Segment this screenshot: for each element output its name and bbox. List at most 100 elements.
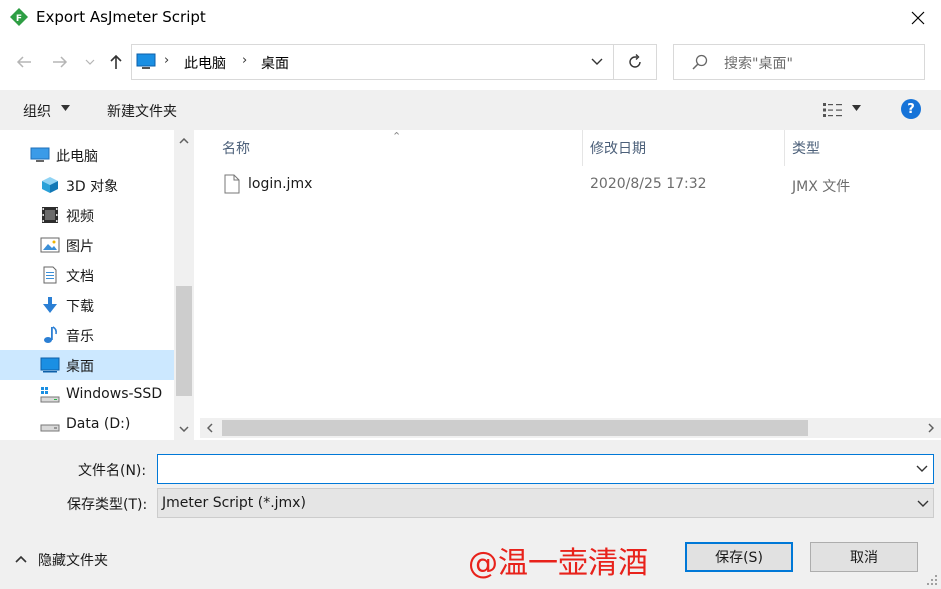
address-dropdown-button[interactable] [582, 45, 612, 79]
scroll-down-button[interactable] [174, 418, 194, 440]
pc-icon [30, 147, 50, 162]
tree-item-label: 视频 [66, 209, 94, 225]
up-button[interactable] [104, 50, 128, 74]
file-icon [224, 174, 240, 194]
tree-item-data-d[interactable]: Data (D:) [0, 410, 174, 440]
tree-item-label: Data (D:) [66, 416, 131, 432]
column-divider[interactable] [582, 130, 583, 166]
recent-locations-button[interactable] [80, 50, 100, 74]
tree-item-documents[interactable]: 文档 [0, 260, 174, 290]
breadcrumb-separator-icon: › [164, 53, 170, 68]
tree-item-videos[interactable]: 视频 [0, 200, 174, 230]
chevron-left-icon [207, 423, 213, 433]
arrow-up-icon [110, 54, 122, 69]
sort-ascending-icon: ⌃ [392, 130, 402, 143]
breadcrumb-separator-icon: › [242, 53, 248, 68]
chevron-right-icon [928, 423, 934, 433]
file-list: ⌃ 名称 修改日期 类型 login.jmx 2020/8/25 17:32 J… [194, 130, 941, 440]
chevron-down-icon [917, 500, 929, 507]
filetype-select[interactable]: Jmeter Script (*.jmx) [157, 488, 934, 518]
arrow-left-icon [16, 56, 31, 68]
scroll-left-button[interactable] [200, 418, 220, 438]
back-button[interactable] [12, 50, 36, 74]
resize-grip-icon[interactable] [926, 574, 938, 586]
document-icon [43, 266, 57, 284]
address-bar[interactable]: › 此电脑 › 桌面 [131, 44, 614, 80]
tree-item-label: 3D 对象 [66, 179, 119, 195]
chevron-down-icon [85, 59, 95, 65]
list-horizontal-scrollbar[interactable] [200, 418, 941, 438]
search-placeholder: 搜索"桌面" [724, 56, 793, 72]
search-box[interactable]: 搜索"桌面" [673, 44, 925, 80]
close-button[interactable] [898, 4, 938, 32]
svg-text:F: F [16, 14, 22, 24]
pc-icon [136, 53, 156, 69]
tree-item-label: 此电脑 [56, 149, 98, 165]
tree-item-downloads[interactable]: 下载 [0, 290, 174, 320]
search-icon [692, 54, 708, 70]
forward-button[interactable] [48, 50, 72, 74]
picture-icon [40, 237, 60, 253]
tree-item-label: 图片 [66, 239, 94, 255]
filename-input[interactable] [157, 454, 934, 484]
chevron-down-icon [179, 426, 189, 432]
file-row[interactable]: login.jmx 2020/8/25 17:32 JMX 文件 [216, 170, 916, 200]
drive-icon [40, 387, 60, 403]
chevron-down-icon [591, 58, 603, 65]
breadcrumb-this-pc[interactable]: 此电脑 [184, 53, 226, 73]
title-bar: F Export AsJmeter Script [0, 0, 941, 36]
file-name: login.jmx [248, 176, 313, 192]
column-header-name[interactable]: 名称 [222, 138, 250, 158]
chevron-up-icon [179, 138, 189, 144]
tree-item-windows-ssd[interactable]: Windows-SSD [0, 380, 174, 410]
scroll-thumb[interactable] [176, 286, 192, 396]
navigation-pane: 此电脑 3D 对象 视频 图片 文档 下载 音乐 桌面 Windows-SSD … [0, 130, 194, 440]
hide-folders-button[interactable]: 隐藏文件夹 [38, 550, 108, 570]
arrow-right-icon [53, 56, 68, 68]
window-title: Export AsJmeter Script [36, 8, 206, 26]
caret-down-icon[interactable] [852, 105, 861, 111]
video-icon [42, 207, 58, 223]
breadcrumb-desktop[interactable]: 桌面 [261, 53, 289, 73]
scroll-thumb[interactable] [222, 420, 808, 436]
tree-item-label: 下载 [66, 299, 94, 315]
desktop-icon [40, 357, 60, 373]
file-type: JMX 文件 [792, 179, 851, 195]
filetype-dropdown-arrow [913, 494, 933, 514]
watermark-text: @温一壶清酒 [468, 546, 648, 581]
chevron-up-icon[interactable] [14, 550, 28, 568]
cube-icon [42, 177, 58, 193]
column-header-type[interactable]: 类型 [792, 138, 820, 158]
organize-menu-button[interactable]: 组织 [23, 101, 51, 121]
column-divider[interactable] [784, 130, 785, 166]
help-icon[interactable]: ? [901, 99, 921, 119]
tree-item-pictures[interactable]: 图片 [0, 230, 174, 260]
filename-label: 文件名(N): [78, 463, 147, 479]
save-button[interactable]: 保存(S) [685, 542, 793, 572]
scroll-up-button[interactable] [174, 130, 194, 152]
scroll-right-button[interactable] [921, 418, 941, 438]
tree-item-music[interactable]: 音乐 [0, 320, 174, 350]
file-modified-date: 2020/8/25 17:32 [590, 176, 707, 192]
close-icon [911, 11, 925, 25]
view-options-icon[interactable] [822, 101, 844, 119]
tree-item-desktop[interactable]: 桌面 [0, 350, 174, 380]
navigation-bar: › 此电脑 › 桌面 搜索"桌面" [0, 36, 941, 90]
refresh-icon [629, 54, 641, 68]
save-options-panel: 文件名(N): 保存类型(T): Jmeter Script (*.jmx) 隐… [0, 440, 941, 589]
tree-item-label: 文档 [66, 269, 94, 285]
music-icon [44, 326, 57, 343]
filetype-value: Jmeter Script (*.jmx) [162, 495, 306, 511]
app-icon: F [10, 8, 28, 26]
tree-vertical-scrollbar[interactable] [174, 130, 194, 440]
cancel-button[interactable]: 取消 [810, 542, 918, 572]
caret-down-icon [61, 105, 70, 111]
download-icon [43, 297, 57, 313]
column-header-modified[interactable]: 修改日期 [590, 138, 646, 158]
refresh-button[interactable] [614, 44, 657, 80]
new-folder-button[interactable]: 新建文件夹 [107, 101, 177, 121]
tree-item-3d-objects[interactable]: 3D 对象 [0, 170, 174, 200]
tree-item-this-pc[interactable]: 此电脑 [0, 140, 174, 170]
filename-dropdown-button[interactable] [912, 459, 932, 479]
tree-item-label: 音乐 [66, 329, 94, 345]
